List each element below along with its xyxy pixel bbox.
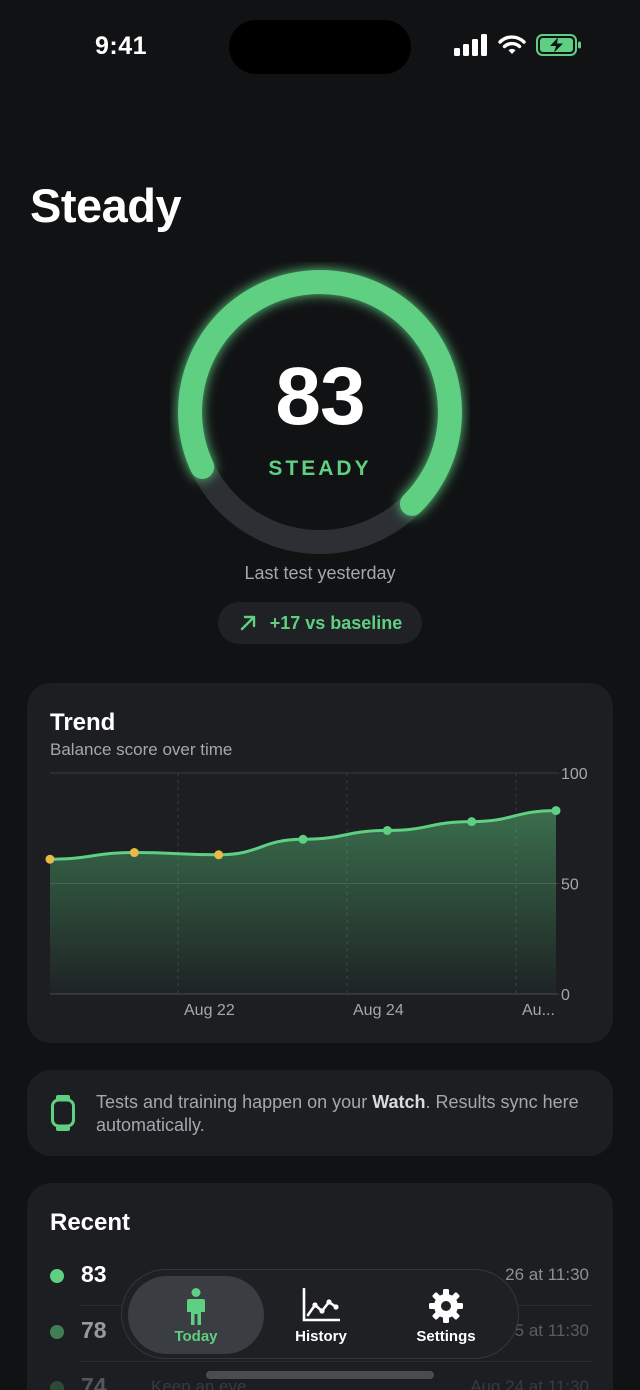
battery-icon bbox=[536, 34, 581, 56]
page-title: Steady bbox=[30, 179, 182, 232]
y-tick-label: 100 bbox=[561, 766, 588, 783]
wifi-icon bbox=[498, 35, 526, 54]
recent-date: Aug 24 at 11:30 bbox=[470, 1377, 589, 1390]
tab-label: Today bbox=[174, 1328, 218, 1345]
x-tick-label: Aug 24 bbox=[353, 1002, 404, 1019]
x-tick-label: Au... bbox=[522, 1002, 555, 1019]
last-test-label: Last test yesterday bbox=[244, 563, 396, 583]
trend-point bbox=[382, 825, 392, 835]
tab-bar: Today History Settings bbox=[121, 1269, 519, 1359]
recent-date: 26 at 11:30 bbox=[505, 1265, 589, 1284]
watch-text-bold: Watch bbox=[372, 1092, 426, 1112]
trend-point bbox=[129, 848, 139, 858]
trend-point bbox=[45, 854, 55, 864]
home-indicator bbox=[206, 1371, 434, 1379]
y-tick-label: 0 bbox=[561, 987, 570, 1004]
watch-text-before: Tests and training happen on your bbox=[96, 1092, 373, 1112]
dynamic-island bbox=[229, 20, 411, 74]
baseline-delta-text: +17 vs baseline bbox=[269, 612, 403, 633]
status-icons bbox=[454, 34, 582, 56]
tab-label: Settings bbox=[416, 1328, 476, 1345]
score-state: STEADY bbox=[268, 457, 372, 480]
tab-today[interactable]: Today bbox=[128, 1276, 264, 1354]
y-tick-label: 50 bbox=[561, 877, 579, 894]
status-dot bbox=[50, 1325, 64, 1339]
tab-history[interactable]: History bbox=[253, 1276, 389, 1354]
watch-info-card: Tests and training happen on your Watch.… bbox=[27, 1070, 613, 1156]
tab-settings[interactable]: Settings bbox=[378, 1276, 514, 1354]
trend-card[interactable]: Trend Balance score over time 100 50 0 Aug … bbox=[27, 683, 613, 1043]
watch-info-text: Tests and training happen on your Watch.… bbox=[96, 1091, 596, 1137]
trend-point bbox=[214, 850, 224, 860]
recent-date: 5 at 11:30 bbox=[514, 1321, 589, 1340]
watch-icon bbox=[51, 1095, 75, 1131]
status-dot bbox=[50, 1269, 64, 1283]
signal-icon bbox=[454, 34, 487, 56]
status-dot bbox=[50, 1381, 64, 1390]
status-bar: 9:41 bbox=[0, 0, 640, 96]
recent-score: 83 bbox=[81, 1261, 107, 1287]
trend-chart: 100 50 0 Aug 22 Aug 24 Au... bbox=[45, 766, 588, 1019]
recent-title: Recent bbox=[50, 1209, 131, 1236]
chart-icon bbox=[302, 1288, 340, 1322]
status-time: 9:41 bbox=[95, 32, 148, 60]
gear-icon bbox=[429, 1289, 463, 1323]
baseline-delta-badge[interactable]: +17 vs baseline bbox=[218, 602, 422, 644]
score-value: 83 bbox=[275, 351, 365, 442]
tab-label: History bbox=[295, 1328, 347, 1345]
trend-point bbox=[298, 834, 308, 844]
recent-score: 74 bbox=[81, 1373, 107, 1390]
recent-score: 78 bbox=[81, 1317, 107, 1343]
x-tick-label: Aug 22 bbox=[184, 1002, 235, 1019]
arrow-up-right-icon bbox=[240, 615, 255, 631]
person-icon bbox=[187, 1288, 205, 1325]
score-gauge: 83 STEADY bbox=[170, 262, 470, 562]
trend-point bbox=[467, 817, 477, 827]
trend-point bbox=[551, 806, 561, 816]
